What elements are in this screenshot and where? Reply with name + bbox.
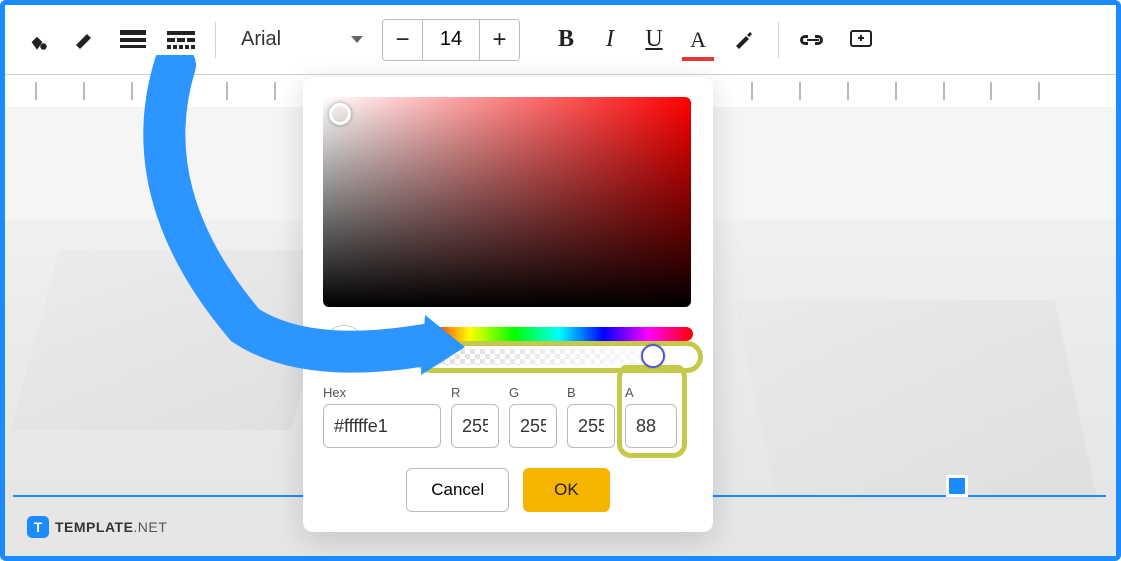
cancel-button[interactable]: Cancel xyxy=(406,468,509,512)
alpha-input-wrap: A xyxy=(625,385,677,448)
chevron-down-icon xyxy=(351,36,363,43)
r-input[interactable] xyxy=(451,404,499,448)
font-family-select[interactable]: Arial xyxy=(230,21,374,58)
a-input[interactable] xyxy=(625,404,677,448)
g-input[interactable] xyxy=(509,404,557,448)
hex-input[interactable] xyxy=(323,404,441,448)
font-name-label: Arial xyxy=(241,28,281,51)
b-label: B xyxy=(567,385,615,400)
hex-label: Hex xyxy=(323,385,441,400)
selection-handle[interactable] xyxy=(946,475,968,497)
r-label: R xyxy=(451,385,499,400)
bold-button[interactable]: B xyxy=(548,22,584,58)
button-row: Cancel OK xyxy=(323,468,693,512)
fill-color-icon[interactable] xyxy=(17,20,57,60)
color-picker-popover: Hex R G B A C xyxy=(303,77,713,532)
border-dash-icon[interactable] xyxy=(161,20,201,60)
alpha-slider[interactable] xyxy=(425,349,693,365)
font-size-group: − 14 + xyxy=(382,19,520,61)
g-label: G xyxy=(509,385,557,400)
eyedropper-button[interactable] xyxy=(379,330,411,362)
watermark: T TEMPLATE.NET xyxy=(27,516,167,538)
color-saturation-area[interactable] xyxy=(323,97,691,307)
format-pen-icon[interactable] xyxy=(724,20,764,60)
italic-button[interactable]: I xyxy=(592,22,628,58)
app-frame: Arial − 14 + B I U A xyxy=(0,0,1121,561)
font-color-button[interactable]: A xyxy=(680,22,716,58)
b-input-group: B xyxy=(567,385,615,448)
watermark-icon: T xyxy=(27,516,49,538)
separator xyxy=(215,22,216,58)
slider-row xyxy=(323,325,693,367)
comment-icon[interactable] xyxy=(841,20,881,60)
font-size-value[interactable]: 14 xyxy=(423,20,479,60)
color-inputs-row: Hex R G B A xyxy=(323,385,693,448)
toolbar: Arial − 14 + B I U A xyxy=(5,5,1116,75)
ok-button[interactable]: OK xyxy=(523,468,610,512)
watermark-text: TEMPLATE.NET xyxy=(55,519,167,535)
border-style-icon[interactable] xyxy=(113,20,153,60)
color-area-cursor[interactable] xyxy=(329,103,351,125)
highlighter-icon[interactable] xyxy=(65,20,105,60)
hex-input-group: Hex xyxy=(323,385,441,448)
g-input-group: G xyxy=(509,385,557,448)
alpha-slider-wrap xyxy=(425,349,693,365)
a-label: A xyxy=(625,385,677,400)
link-icon[interactable] xyxy=(793,20,833,60)
underline-button[interactable]: U xyxy=(636,22,672,58)
font-size-increase-button[interactable]: + xyxy=(479,20,519,60)
alpha-thumb[interactable] xyxy=(641,344,665,368)
r-input-group: R xyxy=(451,385,499,448)
a-input-group: A xyxy=(625,385,677,448)
font-size-decrease-button[interactable]: − xyxy=(383,20,423,60)
hue-slider[interactable] xyxy=(425,327,693,341)
b-input[interactable] xyxy=(567,404,615,448)
current-color-swatch xyxy=(323,325,365,367)
separator xyxy=(778,22,779,58)
